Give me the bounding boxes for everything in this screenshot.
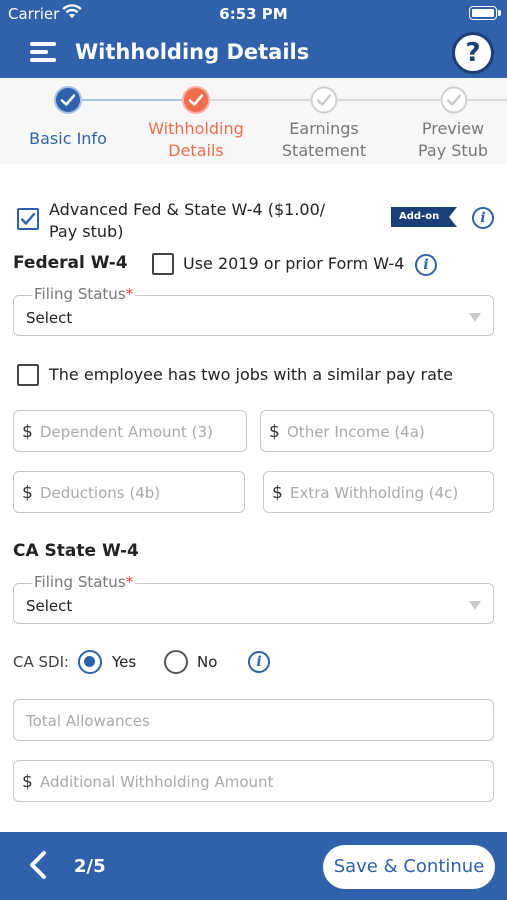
- extra-withholding-input[interactable]: $ Extra Withholding (4c): [263, 471, 494, 513]
- step-preview-check-icon[interactable]: [440, 86, 468, 114]
- page-indicator: 2/5: [74, 856, 106, 877]
- dollar-icon: $: [22, 422, 33, 442]
- step-connector: [82, 99, 182, 101]
- filing-status-label: Filing Status*: [32, 573, 136, 591]
- step-earnings-check-icon[interactable]: [310, 86, 338, 114]
- sdi-yes-radio[interactable]: [78, 650, 102, 674]
- filing-status-value: Select: [26, 309, 73, 327]
- page-title: Withholding Details: [75, 40, 310, 64]
- step-withholding-check-icon[interactable]: [182, 86, 210, 114]
- addon-badge: Add-on: [391, 207, 457, 227]
- extra-withholding-placeholder: Extra Withholding (4c): [290, 484, 459, 502]
- other-income-input[interactable]: $ Other Income (4a): [260, 410, 494, 452]
- clock: 6:53 PM: [219, 5, 288, 23]
- prior-form-checkbox[interactable]: [152, 253, 174, 275]
- step-basic-info-check-icon[interactable]: [54, 86, 82, 114]
- step-connector: [338, 99, 440, 101]
- save-continue-button[interactable]: Save & Continue: [323, 845, 495, 889]
- dollar-icon: $: [22, 772, 33, 792]
- menu-icon[interactable]: [30, 41, 58, 63]
- sdi-info-icon[interactable]: i: [248, 651, 270, 673]
- step-connector: [210, 99, 310, 101]
- step-label-withholding-details[interactable]: Withholding Details: [131, 118, 261, 162]
- step-label-preview-pay-stub[interactable]: Preview Pay Stub: [388, 118, 507, 162]
- dollar-icon: $: [22, 483, 33, 503]
- two-jobs-checkbox[interactable]: [17, 364, 39, 386]
- sdi-no-label: No: [197, 653, 218, 671]
- filing-status-value: Select: [26, 597, 73, 615]
- help-button[interactable]: ?: [452, 32, 494, 74]
- step-label-basic-info[interactable]: Basic Info: [3, 128, 133, 150]
- status-bar: Carrier 6:53 PM: [0, 0, 507, 28]
- step-connector: [468, 99, 507, 101]
- dollar-icon: $: [269, 422, 280, 442]
- progress-stepper: Basic Info Withholding Details Earnings St…: [0, 78, 507, 164]
- state-w4-heading: CA State W-4: [13, 541, 139, 561]
- deductions-input[interactable]: $ Deductions (4b): [13, 471, 245, 513]
- sdi-no-radio[interactable]: [164, 650, 188, 674]
- deductions-placeholder: Deductions (4b): [40, 484, 161, 502]
- federal-info-icon[interactable]: i: [415, 254, 437, 276]
- addon-checkbox[interactable]: [17, 208, 39, 230]
- total-allowances-placeholder: Total Allowances: [26, 712, 150, 730]
- other-income-placeholder: Other Income (4a): [287, 423, 425, 441]
- dropdown-caret-icon: [469, 601, 481, 610]
- additional-withholding-placeholder: Additional Withholding Amount: [40, 773, 274, 791]
- step-label-earnings-statement[interactable]: Earnings Statement: [259, 118, 389, 162]
- federal-w4-heading: Federal W-4: [13, 253, 128, 273]
- ca-sdi-label: CA SDI:: [13, 653, 70, 671]
- dependent-amount-input[interactable]: $ Dependent Amount (3): [13, 410, 247, 452]
- battery-icon: [469, 6, 501, 20]
- dropdown-caret-icon: [469, 313, 481, 322]
- addon-info-icon[interactable]: i: [472, 207, 494, 229]
- additional-withholding-input[interactable]: $ Additional Withholding Amount: [13, 760, 494, 802]
- check-icon: [20, 212, 36, 225]
- footer-bar: 2/5 Save & Continue: [0, 832, 507, 900]
- prior-form-label: Use 2019 or prior Form W-4: [183, 254, 405, 273]
- federal-filing-status-select[interactable]: Filing Status* Select: [13, 285, 494, 336]
- filing-status-label: Filing Status*: [32, 285, 136, 303]
- app-header: Withholding Details ?: [0, 28, 507, 78]
- sdi-yes-label: Yes: [112, 653, 137, 671]
- chevron-left-icon[interactable]: [26, 850, 52, 880]
- total-allowances-input[interactable]: Total Allowances: [13, 699, 494, 741]
- two-jobs-label: The employee has two jobs with a similar…: [49, 365, 453, 384]
- state-filing-status-select[interactable]: Filing Status* Select: [13, 573, 494, 624]
- dollar-icon: $: [272, 483, 283, 503]
- addon-label: Advanced Fed & State W-4 ($1.00/Pay stub…: [49, 200, 326, 241]
- dependent-amount-placeholder: Dependent Amount (3): [40, 423, 213, 441]
